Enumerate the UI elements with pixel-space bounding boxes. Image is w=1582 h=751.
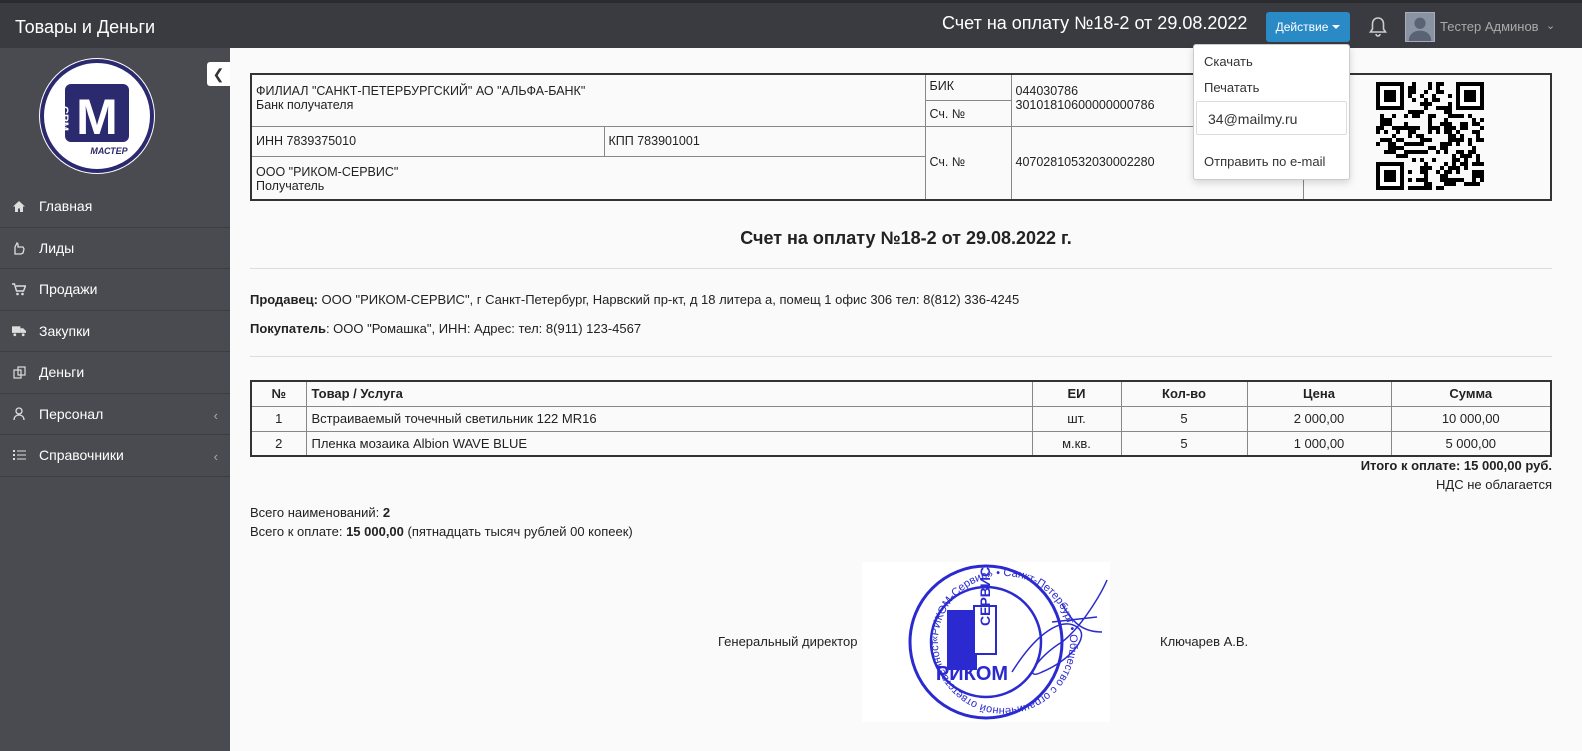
corr-account-label: Сч. № bbox=[924, 99, 1012, 127]
table-row: 2 Пленка мозаика Albion WAVE BLUE м.кв. … bbox=[250, 430, 1552, 457]
sidebar-item-label: Персонал bbox=[39, 405, 104, 422]
sidebar-collapse-button[interactable]: ❮ bbox=[207, 62, 230, 86]
sidebar-item-label: Деньги bbox=[39, 364, 85, 381]
items-count-label: Всего наименований: bbox=[250, 505, 383, 520]
sidebar-item-label: Продажи bbox=[39, 281, 98, 298]
cell-qty: 5 bbox=[1120, 405, 1248, 432]
menu-item-send-email[interactable]: Отправить по e-mail bbox=[1204, 154, 1325, 169]
recipient-cell: ООО "РИКОМ-СЕРВИС" Получатель bbox=[250, 155, 926, 201]
truck-icon bbox=[12, 324, 26, 338]
money-icon bbox=[12, 365, 26, 379]
logo-crm-text: CRM bbox=[58, 106, 70, 131]
recipient-name: ООО "РИКОМ-СЕРВИС" bbox=[256, 164, 399, 179]
divider bbox=[250, 356, 1552, 357]
col-header: Сумма bbox=[1390, 380, 1552, 407]
invoice-title: Счет на оплату №18-2 от 29.08.2022 г. bbox=[740, 228, 1072, 248]
account-label: Сч. № bbox=[924, 125, 1012, 201]
vat-note: НДС не облагается bbox=[1436, 477, 1552, 492]
amount-value: 15 000,00 bbox=[346, 524, 404, 539]
amount-words: (пятнадцать тысяч рублей 00 копеек) bbox=[403, 524, 633, 539]
cell-unit: шт. bbox=[1031, 405, 1122, 432]
qr-code bbox=[1376, 82, 1484, 190]
chevron-down-icon[interactable]: ⌄ bbox=[1546, 19, 1555, 32]
seller-label: Продавец: bbox=[250, 292, 318, 307]
col-header: Кол-во bbox=[1120, 380, 1248, 407]
cell-price: 2 000,00 bbox=[1246, 405, 1392, 432]
table-row: 1 Встраиваемый точечный светильник 122 M… bbox=[250, 405, 1552, 432]
sidebar-item-home[interactable]: Главная bbox=[0, 186, 230, 228]
bank-name: ФИЛИАЛ "САНКТ-ПЕТЕРБУРГСКИЙ" АО "АЛЬФА-Б… bbox=[256, 84, 586, 98]
user-icon bbox=[12, 407, 26, 421]
cell-qty: 5 bbox=[1120, 430, 1248, 457]
menu-item-print[interactable]: Печатать bbox=[1204, 80, 1259, 95]
email-field[interactable]: 34@mailmy.ru bbox=[1196, 101, 1347, 135]
bank-details-table: ФИЛИАЛ "САНКТ-ПЕТЕРБУРГСКИЙ" АО "АЛЬФА-Б… bbox=[250, 73, 1552, 201]
amount-label: Всего к оплате: bbox=[250, 524, 347, 539]
bik-label: БИК bbox=[924, 73, 1012, 101]
chevron-left-icon: ‹ bbox=[213, 407, 218, 423]
cell-sum: 10 000,00 bbox=[1390, 405, 1552, 432]
total-amount: Итого к оплате: 15 000,00 руб. bbox=[1360, 458, 1552, 473]
bank-cell: ФИЛИАЛ "САНКТ-ПЕТЕРБУРГСКИЙ" АО "АЛЬФА-Б… bbox=[250, 73, 926, 127]
sidebar-item-staff[interactable]: Персонал ‹ bbox=[0, 394, 230, 435]
director-label: Генеральный директор bbox=[718, 634, 858, 649]
col-header: № bbox=[250, 380, 307, 407]
stamp-logo-text: РИКОМ bbox=[936, 663, 1008, 685]
cell-name: Пленка мозаика Albion WAVE BLUE bbox=[305, 430, 1033, 457]
home-icon bbox=[12, 199, 26, 213]
crm-master-logo: M CRM МАСТЕР bbox=[39, 58, 155, 174]
action-button-label: Действие bbox=[1275, 20, 1329, 34]
user-name[interactable]: Тестер Админов bbox=[1440, 19, 1539, 34]
col-header: Товар / Услуга bbox=[305, 380, 1033, 407]
cell-unit: м.кв. bbox=[1031, 430, 1122, 457]
bell-icon[interactable] bbox=[1368, 16, 1388, 38]
menu-item-download[interactable]: Скачать bbox=[1204, 54, 1253, 69]
kpp-value: КПП 783901001 bbox=[603, 125, 926, 157]
sidebar-item-money[interactable]: Деньги bbox=[0, 352, 230, 394]
items-count-value: 2 bbox=[382, 505, 391, 520]
company-stamp-signature: «РИКОМ-Сервис» • Санкт-Петербург • Общес… bbox=[862, 562, 1110, 722]
buyer-line: Покупатель: ООО "Ромашка", ИНН: Адрес: т… bbox=[250, 321, 641, 336]
app-brand[interactable]: Товары и Деньги bbox=[15, 17, 155, 38]
sidebar-item-label: Главная bbox=[39, 198, 93, 215]
sidebar-item-sales[interactable]: Продажи bbox=[0, 269, 230, 311]
inn-value: ИНН 7839375010 bbox=[250, 125, 605, 157]
logo-master-text: МАСТЕР bbox=[90, 146, 128, 156]
cell-name: Встраиваемый точечный светильник 122 MR1… bbox=[305, 405, 1033, 432]
chevron-left-icon: ❮ bbox=[212, 65, 225, 82]
divider bbox=[250, 268, 1552, 269]
bank-caption: Банк получателя bbox=[256, 98, 354, 112]
top-bar: Товары и Деньги Счет на оплату №18-2 от … bbox=[0, 0, 1582, 48]
avatar[interactable] bbox=[1405, 12, 1435, 42]
seller-line: Продавец: ООО "РИКОМ-СЕРВИС", г Санкт-Пе… bbox=[250, 292, 1019, 307]
page-title: Счет на оплату №18-2 от 29.08.2022 bbox=[942, 13, 1248, 33]
cart-icon bbox=[12, 282, 26, 296]
cell-number: 1 bbox=[250, 405, 307, 432]
sidebar-item-label: Закупки bbox=[39, 322, 91, 339]
col-header: Цена bbox=[1246, 380, 1392, 407]
caret-down-icon bbox=[1332, 25, 1341, 29]
items-count-line: Всего наименований: 2 bbox=[250, 505, 390, 520]
buyer-label: Покупатель bbox=[250, 321, 326, 336]
table-header: № Товар / Услуга ЕИ Кол-во Цена Сумма bbox=[250, 380, 1552, 407]
recipient-caption: Получатель bbox=[256, 178, 325, 193]
items-table: № Товар / Услуга ЕИ Кол-во Цена Сумма 1 … bbox=[250, 380, 1552, 457]
sidebar-item-label: Справочники bbox=[39, 447, 124, 464]
col-header: ЕИ bbox=[1031, 380, 1122, 407]
chevron-left-icon: ‹ bbox=[213, 449, 218, 464]
sidebar-item-purchases[interactable]: Закупки bbox=[0, 311, 230, 352]
stamp-sub-text: СЕРВИС bbox=[977, 567, 993, 626]
cell-price: 1 000,00 bbox=[1246, 430, 1392, 457]
director-name: Ключарев А.В. bbox=[1160, 634, 1249, 649]
amount-line: Всего к оплате: 15 000,00 (пятнадцать ты… bbox=[250, 524, 633, 539]
action-dropdown-button[interactable]: Действие bbox=[1266, 12, 1350, 42]
sidebar-item-references[interactable]: Справочники ‹ bbox=[0, 435, 230, 477]
list-icon bbox=[12, 448, 26, 462]
cell-sum: 5 000,00 bbox=[1390, 430, 1552, 457]
cell-number: 2 bbox=[250, 430, 307, 457]
logo-letter: M bbox=[76, 89, 118, 145]
buyer-value: : ООО "Ромашка", ИНН: Адрес: тел: 8(911)… bbox=[325, 321, 642, 336]
seller-value: ООО "РИКОМ-СЕРВИС", г Санкт-Петербург, Н… bbox=[317, 292, 1020, 307]
action-dropdown-menu: Скачать Печатать 34@mailmy.ru Отправить … bbox=[1193, 44, 1350, 180]
